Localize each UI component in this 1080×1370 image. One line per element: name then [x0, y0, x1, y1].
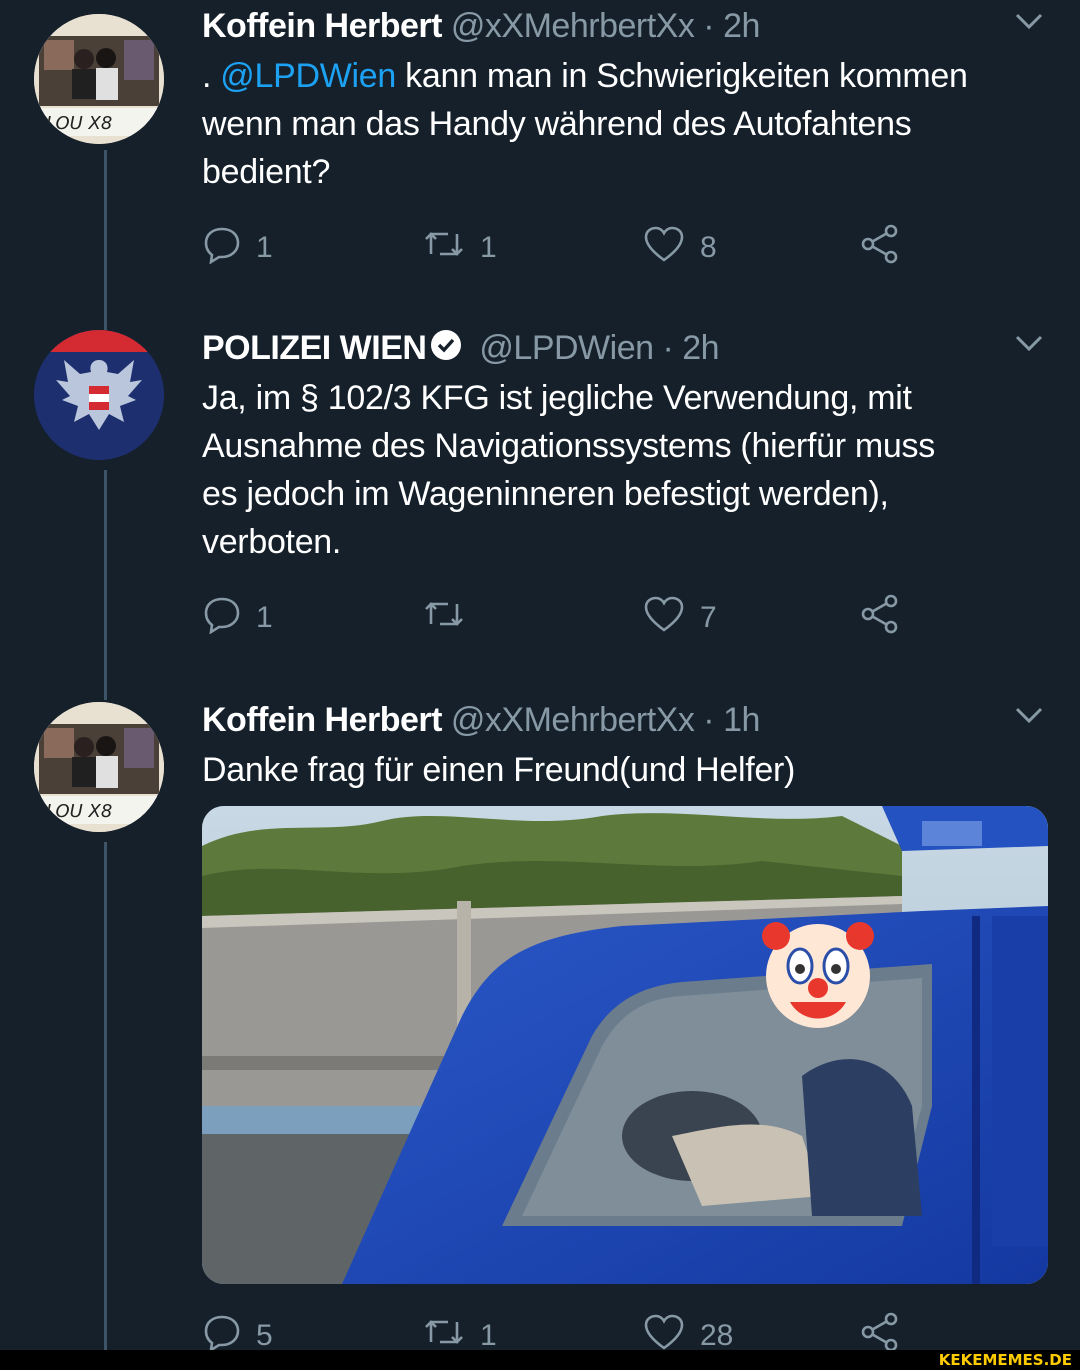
timestamp[interactable]: 2h	[682, 329, 719, 367]
verified-badge-icon	[430, 328, 462, 372]
timestamp[interactable]: 2h	[723, 7, 760, 45]
text-line-4: verboten.	[202, 523, 342, 561]
like-count: 28	[700, 1319, 734, 1352]
action-bar: 1 1 8	[202, 224, 922, 270]
mention-link[interactable]: @LPDWien	[220, 57, 396, 95]
chevron-down-icon[interactable]	[1014, 332, 1044, 359]
reply-count: 1	[256, 231, 273, 264]
retweet-button[interactable]: 1	[422, 226, 497, 270]
heart-icon	[642, 594, 700, 642]
tweet-text: Danke frag für einen Freund(und Helfer)	[202, 746, 1042, 794]
like-button[interactable]: 8	[642, 226, 717, 270]
retweet-count: 1	[480, 1319, 497, 1352]
share-button[interactable]	[858, 224, 916, 270]
like-button[interactable]: 7	[642, 596, 717, 640]
tweet-text: Ja, im § 102/3 KFG ist jegliche Verwendu…	[202, 374, 1042, 566]
reply-button[interactable]: 1	[202, 596, 273, 640]
svg-text:LOU X8: LOU X8	[46, 801, 112, 822]
text-line-3: bedient?	[202, 153, 331, 191]
svg-text:LOU X8: LOU X8	[46, 113, 112, 134]
reply-icon	[202, 594, 256, 642]
watermark-text: KEKEMEMES.DE	[938, 1351, 1072, 1369]
tweet-media-image[interactable]	[202, 806, 1048, 1284]
text-line-1: Ja, im § 102/3 KFG ist jegliche Verwendu…	[202, 379, 912, 417]
text-line-2: wenn man das Handy während des Autofahte…	[202, 105, 912, 143]
separator: ·	[662, 329, 674, 367]
avatar[interactable]: LOU X8	[34, 702, 164, 832]
reply-count: 1	[256, 601, 273, 634]
display-name[interactable]: POLIZEI WIEN	[202, 329, 427, 367]
chevron-down-icon[interactable]	[1014, 704, 1044, 731]
handle[interactable]: @xXMehrbertXx	[451, 701, 695, 739]
like-count: 8	[700, 231, 717, 264]
text-prefix: .	[202, 57, 221, 95]
tweet-2[interactable]: POLIZEI WIEN @LPDWien · 2h Ja, im § 102/…	[0, 322, 1080, 652]
reply-icon	[202, 224, 256, 272]
tweet-1[interactable]: LOU X8 Koffein Herbert @xXMehrbertXx · 2…	[0, 0, 1080, 290]
handle[interactable]: @LPDWien	[479, 329, 654, 367]
text-line-3: es jedoch im Wageninneren befestigt werd…	[202, 475, 889, 513]
reply-count: 5	[256, 1319, 273, 1352]
retweet-button[interactable]	[422, 596, 480, 640]
tweet-header: POLIZEI WIEN @LPDWien · 2h	[202, 326, 720, 372]
timestamp[interactable]: 1h	[723, 701, 760, 739]
chevron-down-icon[interactable]	[1014, 10, 1044, 37]
like-count: 7	[700, 601, 717, 634]
tweet-header: Koffein Herbert @xXMehrbertXx · 2h	[202, 4, 760, 48]
action-bar: 1 7	[202, 594, 922, 640]
heart-icon	[642, 224, 700, 272]
text-line-1: kann man in Schwierigkeiten kommen	[396, 57, 968, 95]
tweet-text: . @LPDWien kann man in Schwierigkeiten k…	[202, 52, 1042, 196]
share-icon	[858, 592, 916, 644]
display-name[interactable]: Koffein Herbert	[202, 701, 442, 739]
retweet-icon	[422, 224, 480, 272]
reply-button[interactable]: 1	[202, 226, 273, 270]
avatar[interactable]	[34, 330, 164, 460]
share-icon	[858, 222, 916, 274]
retweet-count: 1	[480, 231, 497, 264]
text-line-2: Ausnahme des Navigationssystems (hierfür…	[202, 427, 935, 465]
share-button[interactable]	[858, 594, 916, 640]
separator: ·	[703, 7, 715, 45]
watermark-bar: KEKEMEMES.DE	[0, 1350, 1080, 1370]
display-name[interactable]: Koffein Herbert	[202, 7, 442, 45]
tweet-3[interactable]: LOU X8 Koffein Herbert @xXMehrbertXx · 1…	[0, 694, 1080, 1354]
text-line-1: Danke frag für einen Freund(und Helfer)	[202, 751, 796, 789]
retweet-icon	[422, 594, 480, 642]
handle[interactable]: @xXMehrbertXx	[451, 7, 695, 45]
tweet-header: Koffein Herbert @xXMehrbertXx · 1h	[202, 698, 760, 742]
avatar[interactable]: LOU X8	[34, 14, 164, 144]
separator: ·	[703, 701, 715, 739]
